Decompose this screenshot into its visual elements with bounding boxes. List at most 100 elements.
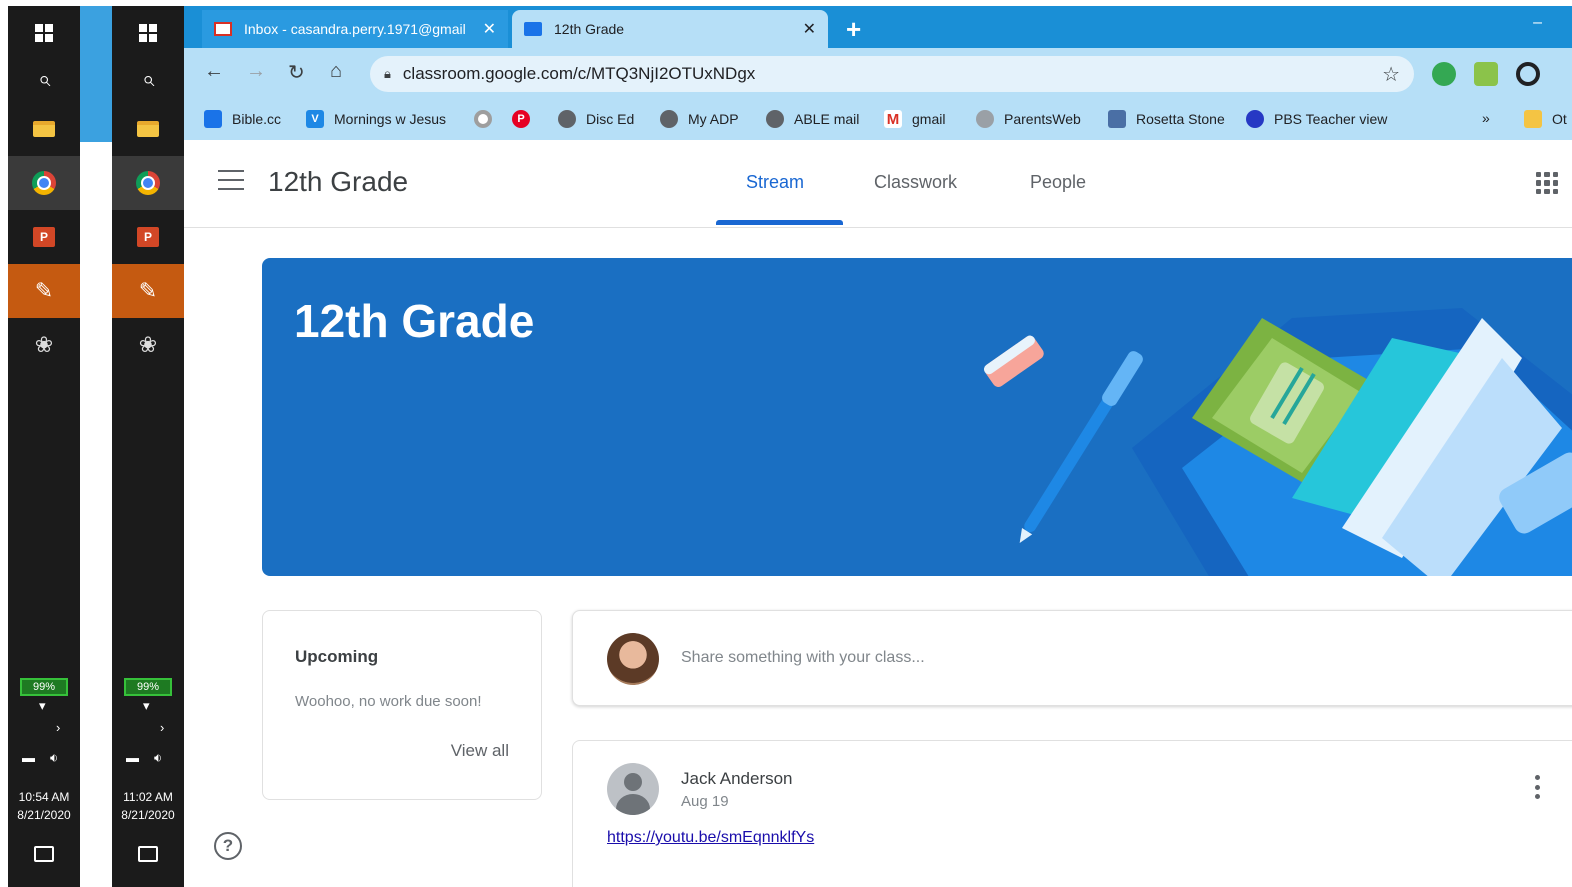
pbs-icon [1246, 110, 1264, 128]
file-explorer-button[interactable] [8, 102, 80, 156]
home-icon[interactable]: ⌂ [330, 60, 342, 83]
tab-people[interactable]: People [1030, 172, 1086, 193]
v-icon: V [306, 110, 324, 128]
class-title[interactable]: 12th Grade [268, 166, 408, 198]
paint-icon: ❀ [138, 332, 158, 357]
bookmark-rosetta-stone[interactable]: Rosetta Stone [1108, 110, 1225, 128]
bookmark-label: Mornings w Jesus [334, 111, 447, 127]
user-avatar [607, 633, 659, 685]
reload-icon[interactable]: ↻ [288, 60, 305, 85]
menu-icon[interactable] [218, 170, 244, 190]
bookmark-gmail[interactable]: Mgmail [884, 110, 945, 128]
volume-icon[interactable]: 🔉︎ [50, 750, 58, 766]
gmail-icon: M [884, 110, 902, 128]
windows-icon [139, 24, 157, 42]
powerpoint-icon: P [137, 227, 159, 247]
doc-icon [204, 110, 222, 128]
plug-icon: ▾ [39, 698, 46, 713]
post-date: Aug 19 [681, 793, 729, 810]
network-icon[interactable]: ▬ [22, 750, 35, 765]
classroom-icon [524, 22, 542, 36]
bookmark-label: Ot [1552, 111, 1567, 127]
view-all-link[interactable]: View all [451, 741, 509, 761]
extension-circle-icon[interactable] [1516, 62, 1540, 86]
powerpoint-icon: P [33, 227, 55, 247]
folder-icon [137, 121, 159, 137]
bookmark-parentsweb[interactable]: ParentsWeb [976, 110, 1081, 128]
paint-button-2[interactable]: ❀ [112, 318, 184, 372]
extension-power-icon[interactable] [1432, 62, 1456, 86]
plug-icon: ▾ [143, 698, 150, 713]
close-icon[interactable]: ✕ [483, 19, 496, 39]
bookmark-my-adp[interactable]: My ADP [660, 110, 739, 128]
help-icon[interactable]: ? [214, 832, 242, 860]
search-icon: ⌕ [37, 66, 51, 91]
bookmark-label: Rosetta Stone [1136, 111, 1225, 127]
chevron-right-icon[interactable]: › [160, 720, 164, 735]
tab-12th-grade[interactable]: 12th Grade ✕ [512, 10, 828, 48]
bookmark-able-mail[interactable]: ABLE mail [766, 110, 859, 128]
battery-indicator[interactable]: 99% [20, 678, 68, 696]
notification-icon[interactable] [138, 846, 158, 862]
address-bar[interactable]: 🔒︎ classroom.google.com/c/MTQ3NjI2OTUxND… [370, 56, 1414, 92]
battery-indicator-2[interactable]: 99% [124, 678, 172, 696]
chrome-button-2[interactable] [112, 156, 184, 210]
bookmark-pbs-teacher-view[interactable]: PBS Teacher view [1246, 110, 1387, 128]
tab-inbox[interactable]: Inbox - casandra.perry.1971@gmail ✕ [202, 10, 508, 48]
clock[interactable]: 10:54 AM 8/21/2020 [8, 788, 80, 824]
close-icon[interactable]: ✕ [803, 19, 816, 39]
powerpoint-button[interactable]: P [8, 210, 80, 264]
bookmark-label: Bible.cc [232, 111, 282, 127]
more-options-icon[interactable] [1535, 775, 1541, 799]
apps-grid-icon[interactable] [1536, 172, 1558, 194]
search-button[interactable]: ⌕ [8, 52, 80, 106]
classroom-header: 12th Grade Stream Classwork People [184, 140, 1572, 228]
share-box[interactable]: Share something with your class... [572, 610, 1572, 706]
search-button-2[interactable]: ⌕ [112, 52, 184, 106]
bookmark-label: Disc Ed [586, 111, 635, 127]
bookmark-biblecc[interactable]: Bible.cc [204, 110, 281, 128]
notification-icon[interactable] [34, 846, 54, 862]
post-author: Jack Anderson [681, 769, 793, 788]
other-bookmarks[interactable]: Ot [1524, 110, 1567, 128]
paint-button[interactable]: ❀ [8, 318, 80, 372]
app-button-2[interactable]: ✎ [112, 264, 184, 318]
upcoming-title: Upcoming [295, 647, 379, 666]
tab-classwork[interactable]: Classwork [874, 172, 957, 193]
share-placeholder[interactable]: Share something with your class... [681, 649, 925, 667]
bookmark-star-icon[interactable]: ☆ [1382, 62, 1400, 87]
clock-date: 8/21/2020 [17, 808, 71, 822]
parentsweb-icon [976, 110, 994, 128]
tab-label: 12th Grade [554, 21, 625, 37]
bookmark-target[interactable] [474, 110, 502, 128]
app-icon: ✎ [34, 278, 54, 303]
bookmark-label: PBS Teacher view [1274, 111, 1388, 127]
volume-icon[interactable]: 🔉︎ [154, 750, 162, 766]
bookmarks-overflow[interactable]: » [1482, 110, 1490, 126]
clock-time: 10:54 AM [18, 790, 70, 804]
app-button[interactable]: ✎ [8, 264, 80, 318]
file-explorer-button-2[interactable] [112, 102, 184, 156]
app-icon: ✎ [138, 278, 158, 303]
minimize-icon[interactable]: – [1533, 14, 1542, 32]
clock-2[interactable]: 11:02 AM 8/21/2020 [112, 788, 184, 824]
globe-icon [660, 110, 678, 128]
bookmark-mornings-w-jesus[interactable]: V Mornings w Jesus [306, 110, 446, 128]
powerpoint-button-2[interactable]: P [112, 210, 184, 264]
new-tab-icon[interactable]: + [846, 14, 861, 45]
network-icon[interactable]: ▬ [126, 750, 139, 765]
bookmarks-bar: Bible.cc V Mornings w Jesus P Disc Ed My … [184, 100, 1572, 140]
taskbar-left: ⌕ P ✎ ❀ 99% ▾ › ▬ 🔉︎ 10:54 AM 8/21/2020 [8, 6, 80, 887]
chevron-right-icon[interactable]: › [56, 720, 60, 735]
tab-stream[interactable]: Stream [746, 172, 804, 193]
bookmark-pinterest[interactable]: P [512, 110, 540, 128]
extension-screen-icon[interactable] [1474, 62, 1498, 86]
back-icon[interactable]: ← [204, 60, 224, 83]
desktop-gap [80, 0, 112, 887]
post-link[interactable]: https://youtu.be/smEqnnklfYs [607, 829, 814, 847]
chrome-button[interactable] [8, 156, 80, 210]
bookmark-disc-ed[interactable]: Disc Ed [558, 110, 634, 128]
forward-icon[interactable]: → [246, 60, 266, 83]
banner-title[interactable]: 12th Grade [294, 294, 534, 348]
background-window-strip [80, 6, 112, 142]
